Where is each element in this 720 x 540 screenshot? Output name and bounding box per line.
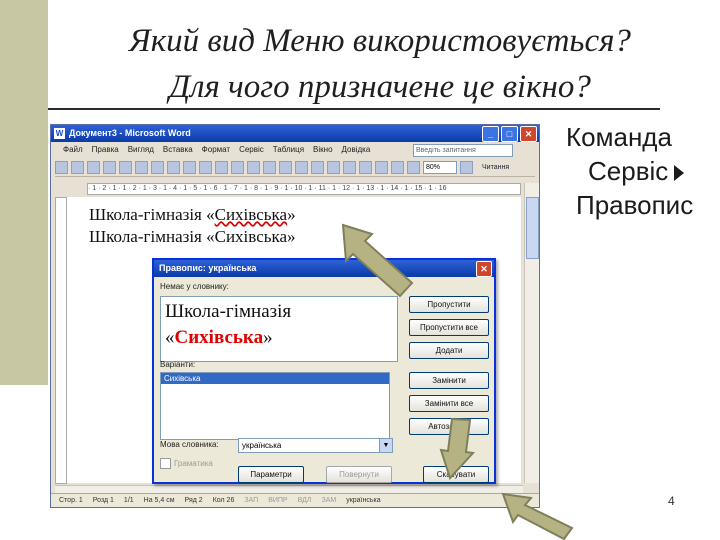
arrow-to-status-icon <box>501 492 574 540</box>
arrow-to-cancel-icon <box>439 417 476 480</box>
arrow-to-document-icon <box>341 223 414 298</box>
annotation-arrows <box>341 223 574 540</box>
